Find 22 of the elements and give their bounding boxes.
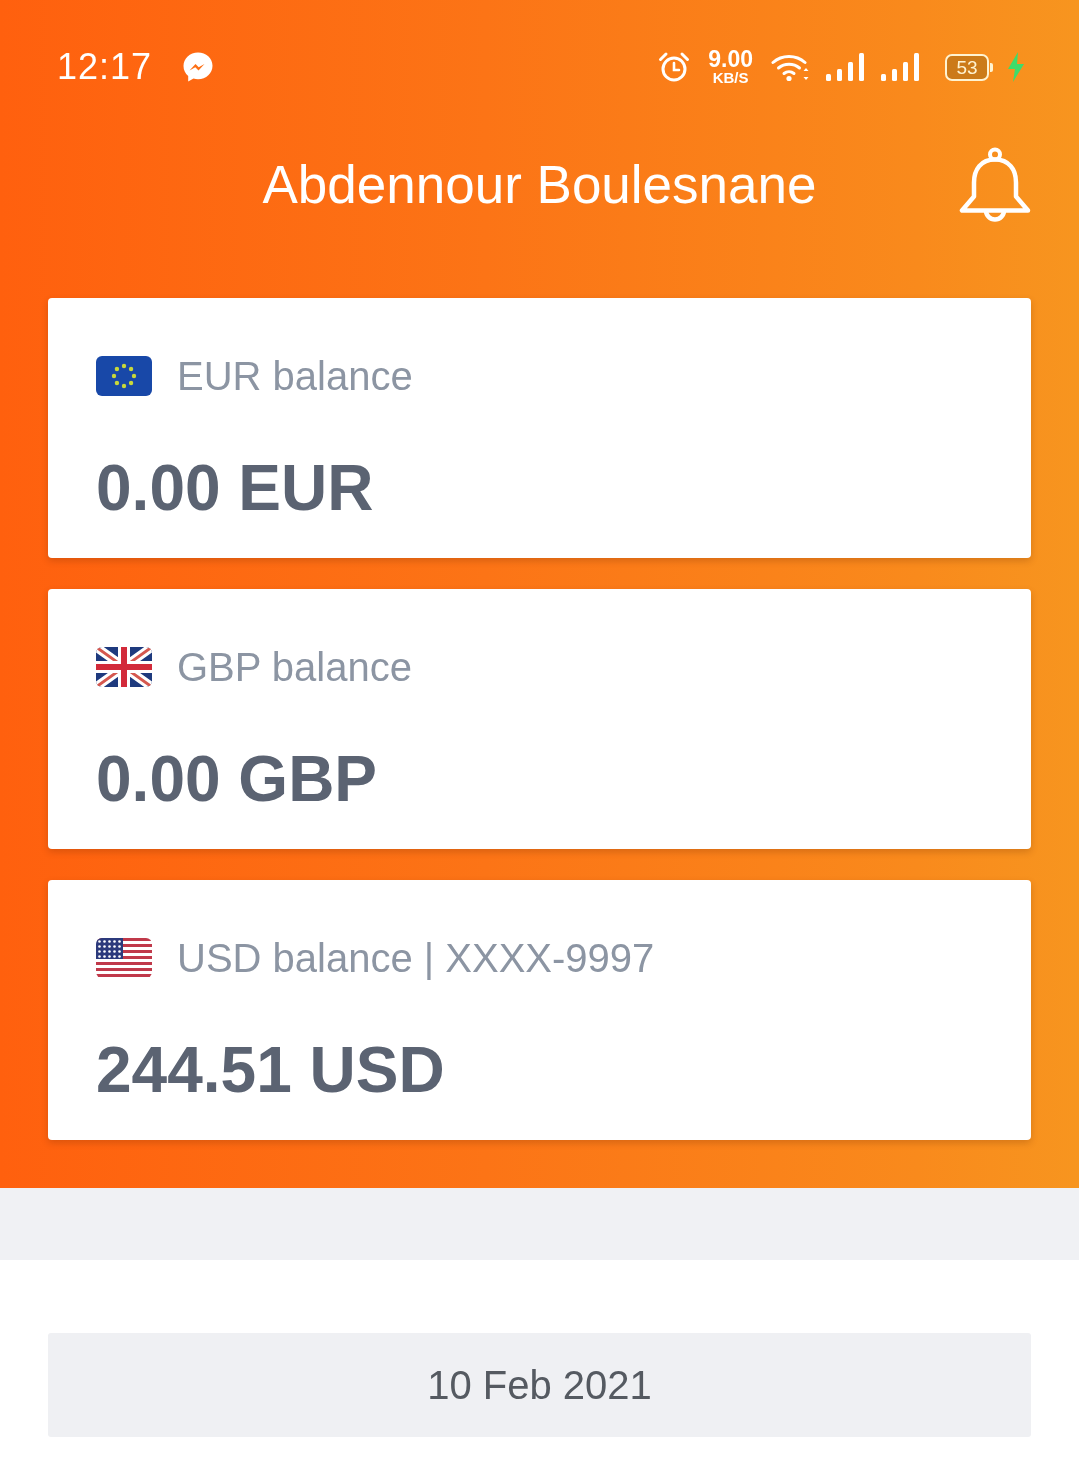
network-speed: 9.00 KB/S — [707, 48, 754, 86]
balance-label: GBP balance — [177, 644, 412, 690]
status-time: 12:17 — [57, 46, 153, 88]
uk-flag-icon — [96, 647, 152, 687]
balance-amount: 0.00 EUR — [96, 453, 374, 524]
account-holder-name: Abdennour Boulesnane — [262, 153, 817, 215]
alarm-clock-icon — [658, 51, 691, 83]
balance-label: USD balance | XXXX-9997 — [177, 935, 655, 981]
balance-card[interactable]: EUR balance 0.00 EUR — [48, 298, 1031, 558]
balance-amount: 0.00 GBP — [96, 744, 378, 815]
battery-indicator: 53 — [945, 53, 993, 81]
balance-card[interactable]: USD balance | XXXX-9997 244.51 USD — [48, 880, 1031, 1140]
chat-bubble-icon — [182, 51, 215, 83]
eu-flag-icon — [96, 356, 152, 396]
balance-amount: 244.51 USD — [96, 1035, 445, 1106]
signal-bars-icon — [825, 52, 866, 82]
balance-label: EUR balance — [177, 353, 413, 399]
balance-card[interactable]: GBP balance 0.00 GBP — [48, 589, 1031, 849]
us-flag-icon — [96, 938, 152, 978]
signal-bars-icon — [880, 52, 921, 82]
date-header: 10 Feb 2021 — [48, 1333, 1031, 1437]
wifi-icon — [771, 52, 811, 82]
